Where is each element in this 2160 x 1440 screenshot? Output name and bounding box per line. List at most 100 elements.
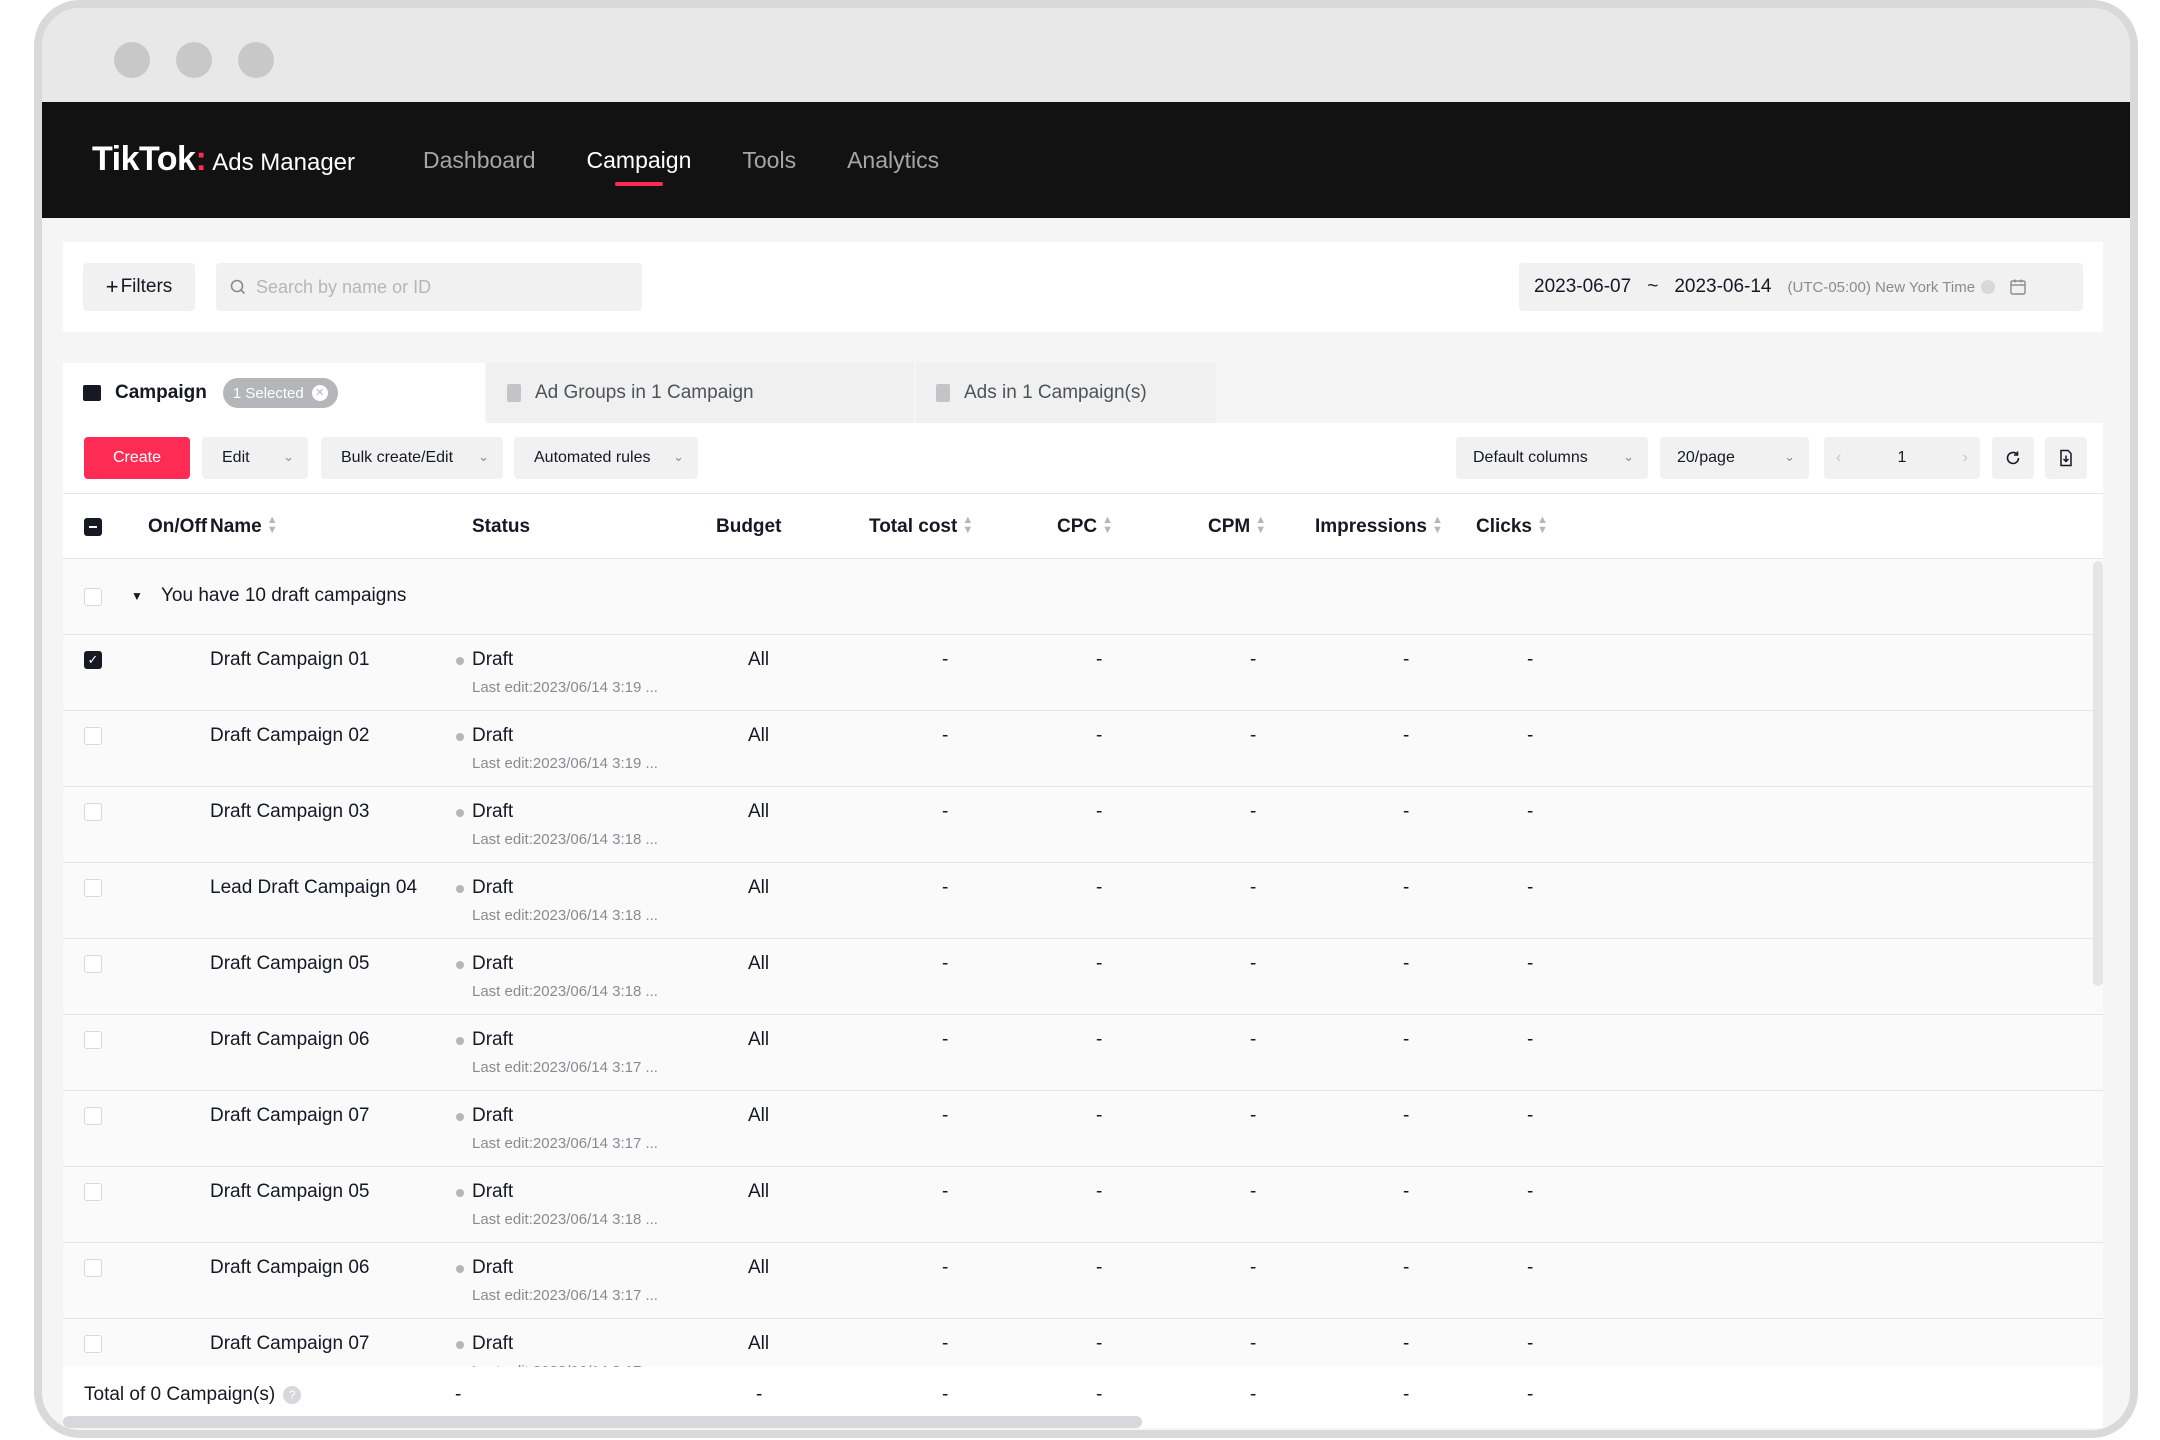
nav-analytics[interactable]: Analytics <box>847 102 939 218</box>
row-checkbox[interactable] <box>84 1031 102 1049</box>
table-row[interactable]: ✓ Draft Campaign 01 Draft Last edit:2023/06… <box>63 635 2103 711</box>
table-row[interactable]: Lead Draft Campaign 04 Draft Last edit:202… <box>63 863 2103 939</box>
window-close-dot[interactable] <box>114 42 150 78</box>
bulk-create-edit-dropdown[interactable]: Bulk create/Edit ⌄ <box>321 437 503 479</box>
horizontal-scrollbar[interactable] <box>63 1416 1142 1428</box>
timezone-label: (UTC-05:00) New York Time <box>1787 278 1976 296</box>
sort-icon[interactable]: ▲ ▼ <box>267 514 278 535</box>
group-checkbox[interactable] <box>84 588 102 606</box>
campaign-name[interactable]: Draft Campaign 05 <box>210 1181 369 1203</box>
page-size-label: 20/page <box>1677 449 1735 466</box>
date-start: 2023-06-07 <box>1534 276 1632 297</box>
automated-rules-dropdown[interactable]: Automated rules ⌄ <box>514 437 698 479</box>
table-row[interactable]: Draft Campaign 02 Draft Last edit:2023/06/… <box>63 711 2103 787</box>
nav-tools[interactable]: Tools <box>742 102 796 218</box>
prev-page-icon[interactable]: ‹ <box>1836 449 1841 467</box>
page-size-dropdown[interactable]: 20/page ⌄ <box>1660 437 1809 479</box>
window-maximize-dot[interactable] <box>238 42 274 78</box>
row-checkbox[interactable]: ✓ <box>84 651 102 669</box>
window-minimize-dot[interactable] <box>176 42 212 78</box>
sort-icon[interactable]: ▲ ▼ <box>1255 514 1266 535</box>
total-cost-value: - <box>942 1181 949 1202</box>
tab-campaign[interactable]: Campaign 1 Selected ✕ <box>63 363 485 423</box>
tab-ad-groups[interactable]: Ad Groups in 1 Campaign <box>487 363 914 423</box>
campaign-name[interactable]: Draft Campaign 07 <box>210 1333 369 1355</box>
row-checkbox[interactable] <box>84 955 102 973</box>
col-impressions[interactable]: Impressions ▲ ▼ <box>1315 494 1443 560</box>
row-checkbox[interactable] <box>84 1183 102 1201</box>
tab-ads[interactable]: Ads in 1 Campaign(s) <box>916 363 1216 423</box>
edit-label: Edit <box>222 449 250 466</box>
sort-icon[interactable]: ▲ ▼ <box>1432 514 1443 535</box>
col-cpc[interactable]: CPC ▲ ▼ <box>1057 494 1113 560</box>
folder-icon <box>83 385 101 401</box>
col-clicks[interactable]: Clicks ▲ ▼ <box>1476 494 1548 560</box>
row-checkbox[interactable] <box>84 1259 102 1277</box>
table-row[interactable]: Draft Campaign 06 Draft Last edit:2023/06/… <box>63 1015 2103 1091</box>
table-row[interactable]: Draft Campaign 03 Draft Last edit:2023/06/… <box>63 787 2103 863</box>
refresh-button[interactable] <box>1992 437 2034 479</box>
columns-dropdown[interactable]: Default columns ⌄ <box>1456 437 1648 479</box>
campaign-name[interactable]: Draft Campaign 03 <box>210 801 369 823</box>
last-edit: Last edit:2023/06/14 3:18 ... <box>472 983 658 1000</box>
col-name-label: Name <box>210 516 262 537</box>
col-onoff: On/Off <box>148 516 208 537</box>
calendar-icon[interactable] <box>2009 278 2027 296</box>
row-checkbox[interactable] <box>84 879 102 897</box>
total-budget: - <box>756 1384 763 1405</box>
tiktok-logo: TikTok: <box>92 140 207 178</box>
row-checkbox[interactable] <box>84 727 102 745</box>
nav-dashboard[interactable]: Dashboard <box>423 102 536 218</box>
date-range-picker[interactable]: 2023-06-07 ~ 2023-06-14 (UTC-05:00) New … <box>1519 263 2083 311</box>
filters-button[interactable]: + Filters <box>83 263 195 311</box>
impressions-value: - <box>1403 1257 1410 1278</box>
col-budget: Budget <box>716 516 782 537</box>
search-box[interactable] <box>216 263 642 311</box>
edit-dropdown[interactable]: Edit ⌄ <box>202 437 308 479</box>
campaign-name[interactable]: Draft Campaign 06 <box>210 1257 369 1279</box>
table-row[interactable]: Draft Campaign 07DraftLast edit:2023/06/… <box>63 1319 2103 1367</box>
table-row[interactable]: Draft Campaign 06 Draft Last edit:2023/06/… <box>63 1243 2103 1319</box>
sort-icon[interactable]: ▲ ▼ <box>1537 514 1548 535</box>
budget-value: All <box>748 953 770 974</box>
help-icon[interactable] <box>1981 280 1996 294</box>
filter-bar: +Filters 2023-06-07 ~ 2023-06-14 (UTC-05… <box>63 242 2103 332</box>
nav-campaign[interactable]: Campaign <box>587 102 691 218</box>
clear-selection-icon[interactable]: ✕ <box>311 385 328 401</box>
next-page-icon[interactable]: › <box>1963 449 1968 467</box>
col-cpm[interactable]: CPM ▲ ▼ <box>1208 494 1266 560</box>
vertical-scrollbar[interactable] <box>2093 561 2103 986</box>
cpc-value: - <box>1096 953 1103 974</box>
draft-group-row[interactable]: ▼ You have 10 draft campaigns <box>63 559 2103 635</box>
campaign-name[interactable]: Draft Campaign 05 <box>210 953 369 975</box>
campaign-name[interactable]: Lead Draft Campaign 04 <box>210 877 417 899</box>
budget-value: All <box>748 801 770 822</box>
campaign-name[interactable]: Draft Campaign 02 <box>210 725 369 747</box>
sort-icon[interactable]: ▲ ▼ <box>1102 514 1113 535</box>
create-button[interactable]: Create <box>84 437 190 479</box>
row-checkbox[interactable] <box>84 1335 102 1353</box>
help-icon[interactable]: ? <box>283 1385 302 1404</box>
status-text: Draft <box>472 877 514 898</box>
plus-icon: + <box>105 274 119 299</box>
table-row[interactable]: Draft Campaign 05 Draft Last edit:2023/06/… <box>63 1167 2103 1243</box>
table-row[interactable]: Draft Campaign 07DraftLast edit:2023/06/… <box>63 1091 2103 1167</box>
campaign-name[interactable]: Draft Campaign 06 <box>210 1029 369 1051</box>
window-titlebar <box>42 8 2130 102</box>
page-number[interactable]: 1 <box>1898 449 1907 467</box>
cpm-value: - <box>1250 1029 1257 1050</box>
caret-down-icon[interactable]: ▼ <box>131 589 143 603</box>
col-name[interactable]: Name ▲ ▼ <box>210 494 278 560</box>
row-checkbox[interactable] <box>84 803 102 821</box>
campaign-name[interactable]: Draft Campaign 07 <box>210 1105 369 1127</box>
campaign-name[interactable]: Draft Campaign 01 <box>210 649 369 671</box>
select-all-checkbox[interactable] <box>84 518 102 536</box>
table-row[interactable]: Draft Campaign 05 Draft Last edit:2023/06/… <box>63 939 2103 1015</box>
row-checkbox[interactable] <box>84 1107 102 1125</box>
last-edit: Last edit:2023/06/14 3:19 ... <box>472 755 658 772</box>
search-input[interactable] <box>256 276 626 298</box>
export-button[interactable] <box>2045 437 2087 479</box>
brand[interactable]: TikTok: Ads Manager <box>92 140 355 179</box>
sort-icon[interactable]: ▲ ▼ <box>962 514 973 535</box>
col-total-cost[interactable]: Total cost ▲ ▼ <box>869 494 973 560</box>
